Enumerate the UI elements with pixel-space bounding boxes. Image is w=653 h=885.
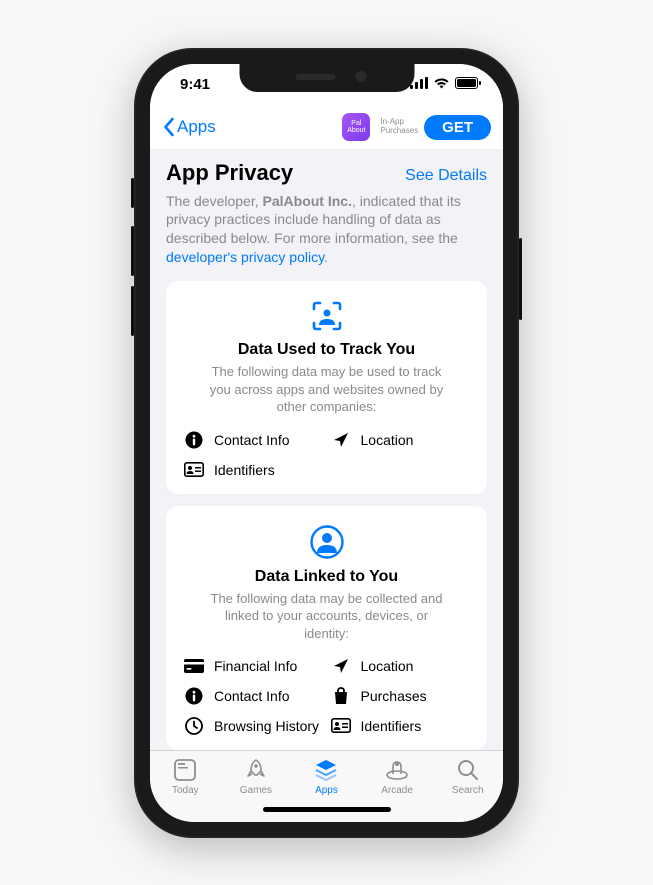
card-linked-subtitle: The following data may be collected and …: [202, 590, 452, 643]
card-track-subtitle: The following data may be used to track …: [202, 363, 452, 416]
data-item-location2: Location: [331, 656, 470, 676]
card-linked: Data Linked to You The following data ma…: [166, 506, 487, 750]
nav-bar: Apps Pal About In-App Purchases GET: [150, 106, 503, 150]
iap-label: In-App Purchases: [380, 118, 418, 136]
apps-icon: [313, 757, 339, 783]
tab-bar: Today Games Apps Arcade Search: [150, 750, 503, 798]
card-track-title: Data Used to Track You: [184, 341, 469, 359]
search-icon: [455, 757, 481, 783]
content-area: App Privacy See Details The developer, P…: [150, 150, 503, 750]
page-title: App Privacy: [166, 160, 293, 186]
data-item-identifiers2: Identifiers: [331, 716, 470, 736]
status-time: 9:41: [180, 76, 210, 93]
home-indicator[interactable]: [150, 798, 503, 822]
wifi-icon: [433, 76, 450, 93]
data-item-identifiers: Identifiers: [184, 460, 323, 480]
bag-icon: [331, 686, 351, 706]
track-icon: [184, 299, 469, 333]
data-item-financial: Financial Info: [184, 656, 323, 676]
tab-apps[interactable]: Apps: [296, 757, 356, 796]
data-item-browsing: Browsing History: [184, 716, 323, 736]
battery-icon: [455, 76, 481, 93]
back-label: Apps: [177, 117, 216, 137]
data-item-purchases: Purchases: [331, 686, 470, 706]
credit-card-icon: [184, 656, 204, 676]
data-item-location: Location: [331, 430, 470, 450]
tab-search[interactable]: Search: [438, 757, 498, 796]
screen: 9:41 Apps Pal About In-App: [150, 64, 503, 822]
data-item-contact-info: Contact Info: [184, 430, 323, 450]
tab-today[interactable]: Today: [155, 757, 215, 796]
see-details-link[interactable]: See Details: [405, 167, 487, 185]
id-card-icon: [184, 460, 204, 480]
location-icon: [331, 656, 351, 676]
info-icon: [184, 430, 204, 450]
info-icon: [184, 686, 204, 706]
arcade-icon: [384, 757, 410, 783]
location-icon: [331, 430, 351, 450]
card-track: Data Used to Track You The following dat…: [166, 281, 487, 494]
id-card-icon: [331, 716, 351, 736]
privacy-policy-link[interactable]: developer's privacy policy: [166, 249, 324, 265]
phone-frame: 9:41 Apps Pal About In-App: [134, 48, 519, 838]
today-icon: [172, 757, 198, 783]
notch: [239, 64, 414, 92]
chevron-left-icon: [162, 117, 175, 137]
get-button[interactable]: GET: [424, 115, 491, 140]
tab-arcade[interactable]: Arcade: [367, 757, 427, 796]
developer-name: PalAbout Inc.: [263, 193, 352, 209]
rocket-icon: [243, 757, 269, 783]
card-linked-title: Data Linked to You: [184, 568, 469, 586]
linked-icon: [184, 524, 469, 560]
tab-games[interactable]: Games: [226, 757, 286, 796]
data-item-contact2: Contact Info: [184, 686, 323, 706]
clock-icon: [184, 716, 204, 736]
privacy-description: The developer, PalAbout Inc., indicated …: [166, 192, 487, 268]
back-button[interactable]: Apps: [162, 117, 342, 137]
app-icon[interactable]: Pal About: [342, 113, 370, 141]
